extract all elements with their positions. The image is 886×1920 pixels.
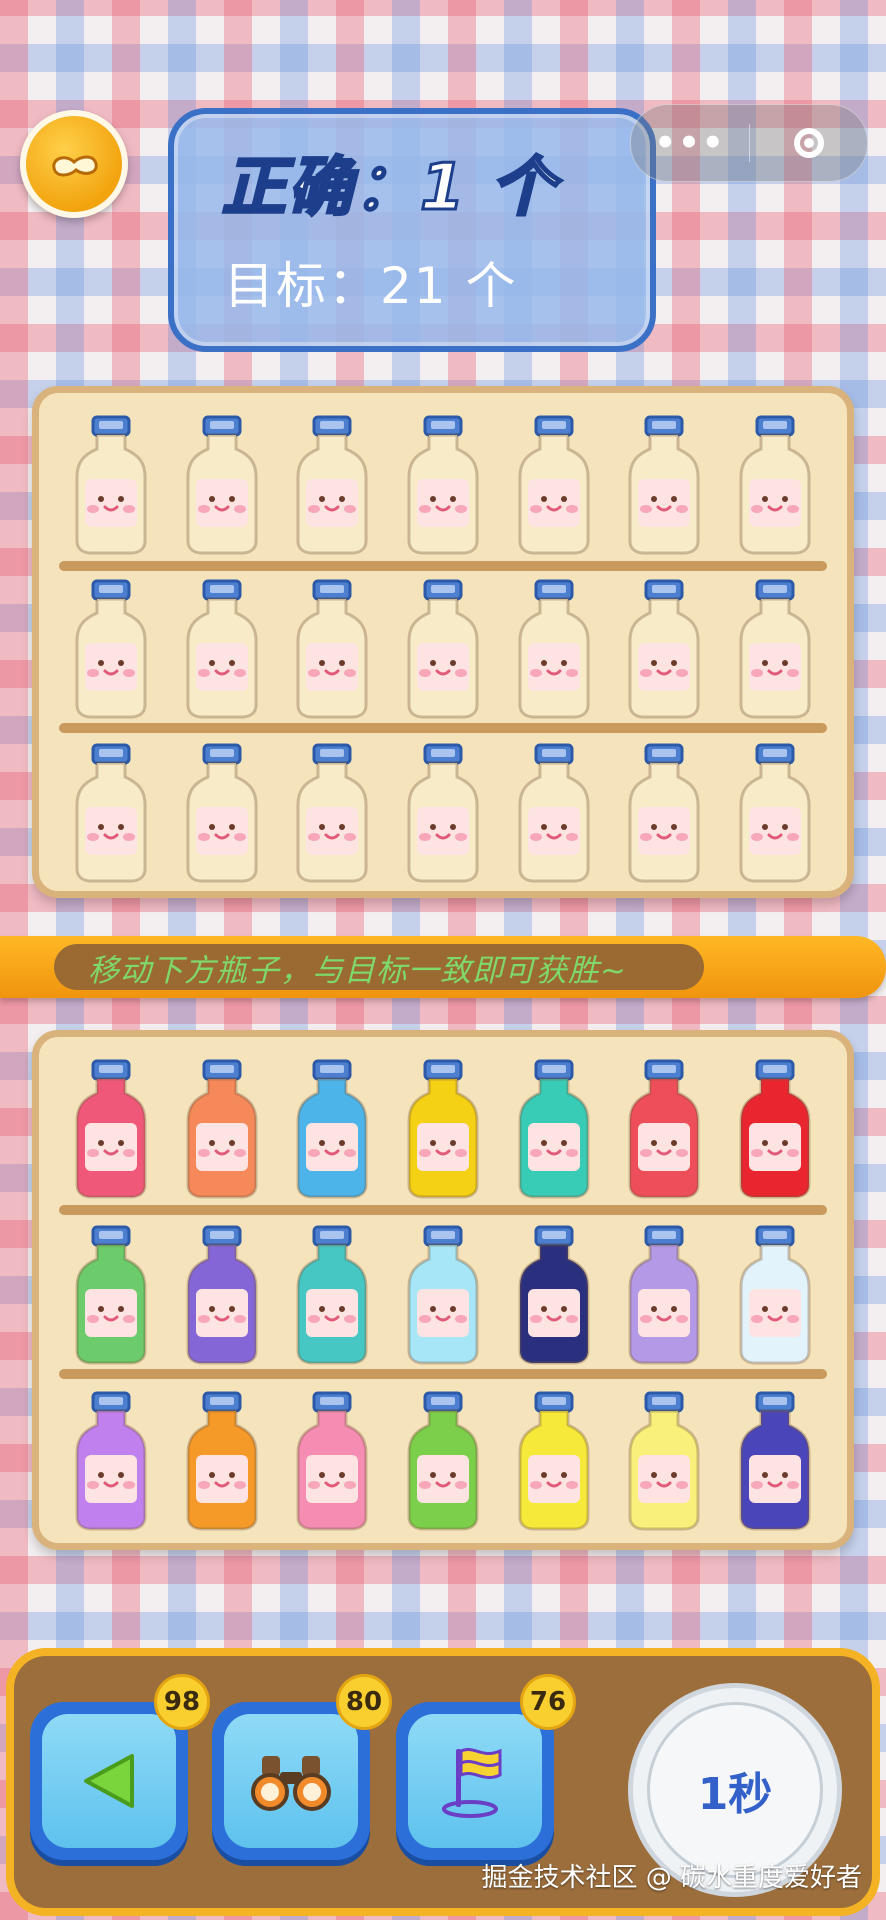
target-bottle (516, 743, 592, 883)
hint-inner: 移动下方瓶子，与目标一致即可获胜~ (54, 944, 704, 990)
target-bottle (405, 579, 481, 719)
player-bottle[interactable] (73, 1391, 149, 1531)
player-bottle[interactable] (626, 1059, 702, 1199)
target-count: 目标：21 个 (224, 257, 518, 315)
player-bottle[interactable] (737, 1059, 813, 1199)
binoculars-icon (251, 1756, 331, 1811)
target-bottle (626, 415, 702, 555)
score-panel: 正确：1 个 目标：21 个 (168, 108, 656, 352)
player-bottle[interactable] (184, 1225, 260, 1365)
hint-banner: 移动下方瓶子，与目标一致即可获胜~ (0, 936, 886, 998)
undo-count-badge: 98 (154, 1674, 210, 1730)
target-bottle (737, 743, 813, 883)
peek-count-badge: 80 (336, 1674, 392, 1730)
player-bottle[interactable] (516, 1059, 592, 1199)
player-bottle[interactable] (405, 1225, 481, 1365)
player-bottle[interactable] (737, 1225, 813, 1365)
player-bottle[interactable] (294, 1391, 370, 1531)
player-bottle[interactable] (73, 1059, 149, 1199)
target-bottle (516, 579, 592, 719)
target-bottle (405, 743, 481, 883)
target-bottle (626, 743, 702, 883)
flag-icon (442, 1748, 502, 1818)
target-bottle (405, 415, 481, 555)
shelf-plank (59, 1205, 827, 1215)
player-bottle[interactable] (405, 1059, 481, 1199)
target-row (73, 579, 813, 729)
watermark: 掘金技术社区 @ 碳水重度爱好者 (481, 1863, 862, 1893)
player-row (73, 1391, 813, 1541)
player-bottle[interactable] (516, 1391, 592, 1531)
timer-text: 1秒 (697, 1769, 773, 1820)
target-shelf (32, 386, 854, 898)
player-shelf (32, 1030, 854, 1550)
player-bottle[interactable] (626, 1391, 702, 1531)
player-bottle[interactable] (184, 1391, 260, 1531)
target-row (73, 743, 813, 893)
target-bottle (73, 743, 149, 883)
shelf-plank (59, 561, 827, 571)
target-bottle (294, 579, 370, 719)
target-bottle (626, 579, 702, 719)
player-bottle[interactable] (294, 1225, 370, 1365)
target-circle-icon (793, 128, 824, 158)
flag-button[interactable]: 76 (396, 1674, 576, 1860)
shelf-plank (59, 723, 827, 733)
target-bottle (294, 743, 370, 883)
back-triangle-icon (84, 1754, 134, 1808)
target-bottle (737, 415, 813, 555)
flag-count-badge: 76 (520, 1674, 576, 1730)
player-bottle[interactable] (73, 1225, 149, 1365)
candy-icon (52, 155, 98, 177)
hint-text: 移动下方瓶子，与目标一致即可获胜~ (88, 952, 627, 989)
more-menu-button[interactable]: ••• (631, 123, 749, 163)
undo-button[interactable]: 98 (30, 1674, 210, 1860)
target-bottle (73, 579, 149, 719)
home-coin-button[interactable] (20, 110, 128, 218)
target-bottle (516, 415, 592, 555)
target-bottle (737, 579, 813, 719)
player-bottle[interactable] (626, 1225, 702, 1365)
target-bottle (184, 415, 260, 555)
peek-button[interactable]: 80 (212, 1674, 392, 1860)
player-bottle[interactable] (737, 1391, 813, 1531)
player-row (73, 1059, 813, 1209)
player-bottle[interactable] (184, 1059, 260, 1199)
correct-count: 正确：1 个 (221, 150, 557, 227)
target-row (73, 415, 813, 565)
target-bottle (294, 415, 370, 555)
target-bottle (73, 415, 149, 555)
player-bottle[interactable] (294, 1059, 370, 1199)
target-bottle (184, 743, 260, 883)
player-bottle[interactable] (405, 1391, 481, 1531)
miniprogram-capsule: ••• (630, 104, 868, 182)
player-bottle[interactable] (516, 1225, 592, 1365)
close-miniprogram-button[interactable] (750, 128, 867, 158)
player-row (73, 1225, 813, 1375)
target-bottle (184, 579, 260, 719)
shelf-plank (59, 1369, 827, 1379)
